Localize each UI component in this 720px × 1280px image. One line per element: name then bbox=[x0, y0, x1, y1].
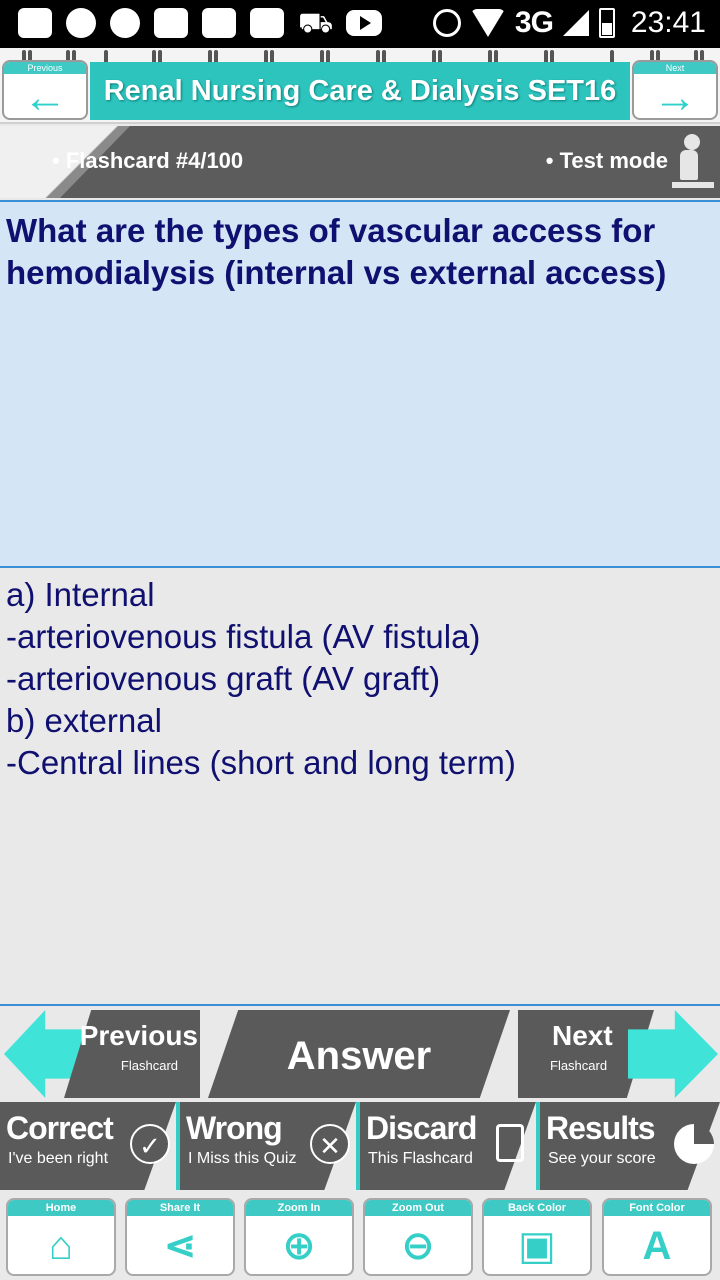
zoom-out-button[interactable]: Zoom Out ⊖ bbox=[363, 1198, 473, 1276]
next-flashcard-button[interactable]: Next Flashcard bbox=[518, 1010, 720, 1098]
arrow-right-icon: → bbox=[653, 73, 697, 120]
discard-label: Discard bbox=[366, 1110, 477, 1146]
flashcard-nav: Previous Flashcard Answer Next Flashcard bbox=[0, 1008, 720, 1100]
zoom-out-icon: ⊖ bbox=[401, 1224, 435, 1268]
checkmark-icon: ✓ bbox=[130, 1124, 170, 1164]
arrow-left-icon: ← bbox=[23, 73, 67, 120]
action-row: Correct I've been right ✓ Wrong I Miss t… bbox=[0, 1102, 720, 1190]
answer-line: b) external bbox=[6, 702, 162, 739]
chat-icon bbox=[154, 8, 188, 38]
answer-line: -Central lines (short and long term) bbox=[6, 744, 516, 781]
previous-set-button[interactable]: Previous ← bbox=[2, 60, 88, 120]
status-bar: ⛟ 3G 23:41 bbox=[0, 0, 720, 48]
next-set-button[interactable]: Next → bbox=[632, 60, 718, 120]
previous-label: Previous bbox=[79, 1020, 198, 1051]
zoom-in-icon: ⊕ bbox=[282, 1224, 316, 1268]
paint-bucket-icon: ▣ bbox=[518, 1224, 556, 1268]
back-color-caption: Back Color bbox=[484, 1200, 590, 1216]
home-icon: ⌂ bbox=[48, 1224, 74, 1268]
app-header: Previous ← Renal Nursing Care & Dialysis… bbox=[0, 48, 720, 124]
answer-line: a) Internal bbox=[6, 576, 155, 613]
question-panel: What are the types of vascular access fo… bbox=[0, 200, 720, 568]
mode-label: • Test mode bbox=[545, 148, 668, 173]
page-title: Renal Nursing Care & Dialysis SET16 bbox=[90, 62, 630, 120]
cart-icon: ⛟ bbox=[298, 7, 334, 38]
missed-call-icon bbox=[66, 8, 96, 38]
n-app-icon bbox=[250, 8, 284, 38]
share-button[interactable]: Share It ⋖ bbox=[125, 1198, 235, 1276]
cross-icon: ✕ bbox=[310, 1124, 350, 1164]
clock: 23:41 bbox=[630, 6, 706, 39]
answer-panel: a) Internal -arteriovenous fistula (AV f… bbox=[0, 570, 720, 1006]
font-color-icon: A bbox=[642, 1224, 672, 1268]
alarm-icon bbox=[432, 9, 461, 37]
back-color-button[interactable]: Back Color ▣ bbox=[482, 1198, 592, 1276]
discard-sublabel: This Flashcard bbox=[368, 1150, 473, 1167]
signal-icon bbox=[562, 10, 589, 36]
flashcard-counter: • Flashcard #4/100 bbox=[52, 148, 244, 173]
zoom-out-caption: Zoom Out bbox=[365, 1200, 471, 1216]
home-caption: Home bbox=[8, 1200, 114, 1216]
next-sublabel: Flashcard bbox=[550, 1058, 608, 1073]
trash-icon bbox=[496, 1124, 524, 1162]
correct-sublabel: I've been right bbox=[8, 1150, 109, 1167]
answer-line: -arteriovenous fistula (AV fistula) bbox=[6, 618, 481, 655]
notification-icons: ⛟ bbox=[18, 8, 382, 38]
share-icon: ⋖ bbox=[163, 1224, 197, 1268]
results-button[interactable]: Results See your score bbox=[536, 1102, 720, 1190]
answer-button[interactable]: Answer bbox=[208, 1010, 510, 1098]
home-button[interactable]: Home ⌂ bbox=[6, 1198, 116, 1276]
zoom-in-caption: Zoom In bbox=[246, 1200, 352, 1216]
share-caption: Share It bbox=[127, 1200, 233, 1216]
student-desk-icon bbox=[672, 134, 714, 192]
previous-sublabel: Flashcard bbox=[120, 1058, 178, 1073]
network-type: 3G bbox=[514, 6, 554, 39]
camera-icon bbox=[202, 8, 236, 38]
bottom-toolbar: Home ⌂ Share It ⋖ Zoom In ⊕ Zoom Out ⊖ B… bbox=[0, 1192, 720, 1280]
font-color-button[interactable]: Font Color A bbox=[602, 1198, 712, 1276]
next-label: Next bbox=[552, 1020, 613, 1051]
night-mode-icon bbox=[110, 8, 140, 38]
results-label: Results bbox=[546, 1110, 656, 1146]
discard-button[interactable]: Discard This Flashcard bbox=[356, 1102, 536, 1190]
answer-line: -arteriovenous graft (AV graft) bbox=[6, 660, 441, 697]
wrong-label: Wrong bbox=[186, 1110, 283, 1146]
youtube-icon bbox=[346, 10, 382, 36]
correct-button[interactable]: Correct I've been right ✓ bbox=[0, 1102, 176, 1190]
message-icon bbox=[18, 8, 52, 38]
pie-chart-icon bbox=[674, 1124, 714, 1164]
zoom-in-button[interactable]: Zoom In ⊕ bbox=[244, 1198, 354, 1276]
correct-label: Correct bbox=[6, 1110, 114, 1146]
wrong-button[interactable]: Wrong I Miss this Quiz ✕ bbox=[176, 1102, 356, 1190]
results-sublabel: See your score bbox=[548, 1150, 656, 1167]
answer-label: Answer bbox=[286, 1034, 432, 1078]
question-text: What are the types of vascular access fo… bbox=[6, 212, 667, 291]
info-strip: • Flashcard #4/100 • Test mode bbox=[0, 126, 720, 198]
font-color-caption: Font Color bbox=[604, 1200, 710, 1216]
wrong-sublabel: I Miss this Quiz bbox=[188, 1150, 297, 1167]
battery-icon bbox=[598, 8, 615, 38]
previous-flashcard-button[interactable]: Previous Flashcard bbox=[0, 1010, 200, 1098]
system-icons: 3G 23:41 bbox=[432, 6, 706, 40]
wifi-icon bbox=[470, 9, 505, 37]
